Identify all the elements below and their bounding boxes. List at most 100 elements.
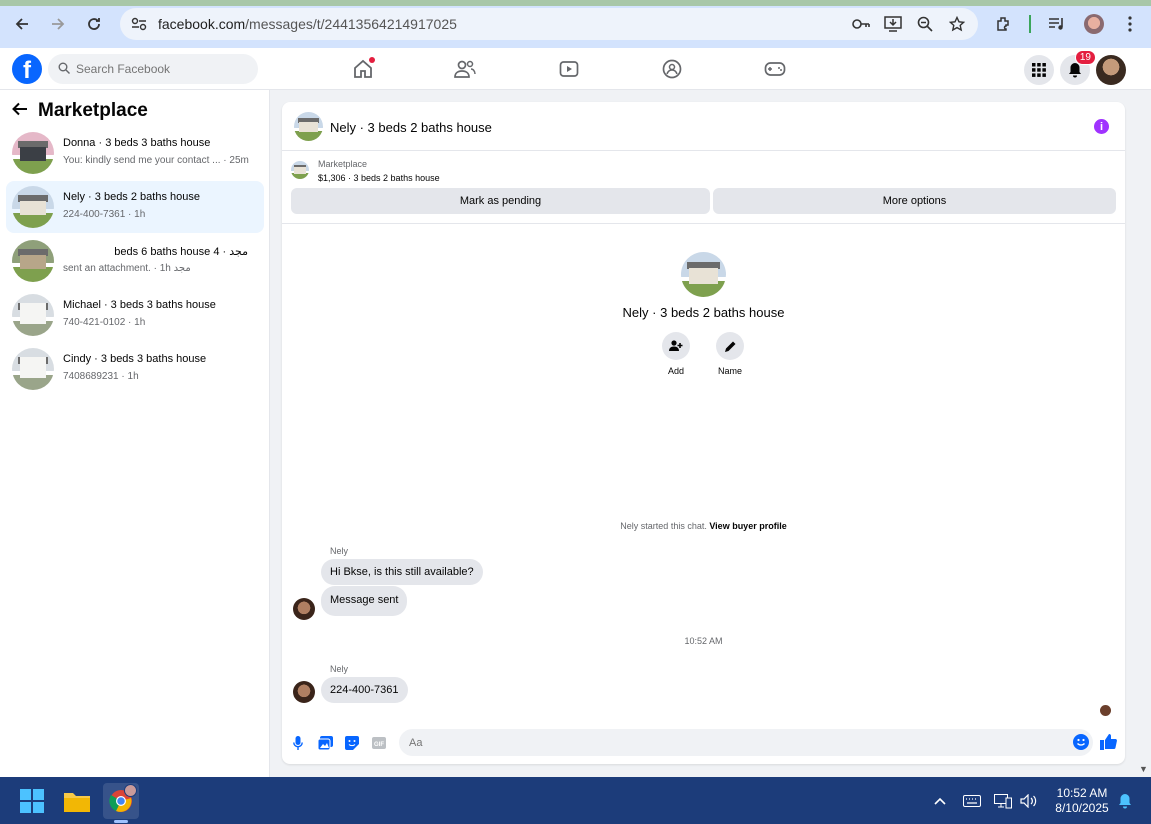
back-arrow-icon[interactable] bbox=[12, 102, 28, 121]
listing-thumbnail bbox=[12, 186, 54, 228]
reload-icon[interactable] bbox=[80, 10, 108, 38]
sender-avatar[interactable] bbox=[293, 598, 315, 620]
chat-panel: Nely · 3 beds 2 baths house i Marketplac… bbox=[282, 102, 1125, 764]
conversation-name: مجد · 4 beds 6 baths house bbox=[114, 246, 248, 258]
photo-icon[interactable] bbox=[316, 734, 334, 752]
conversation-preview: مجد sent an attachment. · 1h bbox=[63, 263, 191, 274]
facebook-search[interactable] bbox=[48, 54, 258, 84]
sender-avatar[interactable] bbox=[293, 681, 315, 703]
sticker-icon[interactable] bbox=[343, 734, 361, 752]
chrome-profile-badge bbox=[124, 784, 137, 797]
more-options-button[interactable]: More options bbox=[713, 188, 1116, 214]
chat-profile-header: Nely · 3 beds 2 baths house bbox=[282, 252, 1125, 320]
message-bubble[interactable]: Hi Bkse, is this still available? bbox=[321, 559, 483, 585]
message-bubble[interactable]: 224-400-7361 bbox=[321, 677, 408, 703]
key-icon[interactable] bbox=[850, 13, 872, 35]
conversation-name: Donna · 3 beds 3 baths house bbox=[63, 137, 211, 149]
clock-time: 10:52 AM bbox=[1056, 786, 1108, 800]
keyboard-icon[interactable] bbox=[962, 791, 982, 811]
address-bar[interactable]: facebook.com/messages/t/2441356421491702… bbox=[120, 8, 978, 40]
conversation-donna[interactable]: Donna · 3 beds 3 baths house You: kindly… bbox=[6, 127, 264, 179]
file-explorer-icon[interactable] bbox=[59, 783, 95, 819]
emoji-icon[interactable] bbox=[1073, 734, 1089, 750]
listing-thumbnail bbox=[12, 132, 54, 174]
name-label: Name bbox=[717, 366, 742, 376]
conversation-nely[interactable]: Nely · 3 beds 2 baths house 224-400-7361… bbox=[6, 181, 264, 233]
conversation-michael[interactable]: Michael · 3 beds 3 baths house 740-421-0… bbox=[6, 289, 264, 341]
forward-icon[interactable] bbox=[44, 10, 72, 38]
search-input[interactable] bbox=[76, 62, 236, 76]
chat-started-notice: Nely started this chat. View buyer profi… bbox=[620, 521, 787, 531]
message-input[interactable] bbox=[409, 736, 1049, 749]
chat-title[interactable]: Nely · 3 beds 2 baths house bbox=[330, 120, 492, 135]
add-person-icon[interactable] bbox=[662, 332, 690, 360]
bookmark-star-icon[interactable] bbox=[946, 13, 968, 35]
conversation-preview: 7408689231 · 1h bbox=[63, 371, 139, 382]
notifications-bell-icon[interactable]: 19 bbox=[1060, 50, 1096, 85]
add-people-action[interactable]: Add bbox=[662, 332, 690, 376]
add-label: Add bbox=[667, 366, 684, 376]
seen-indicator-avatar bbox=[1100, 705, 1111, 716]
listing-source-label: Marketplace bbox=[318, 159, 368, 169]
friends-icon[interactable] bbox=[452, 56, 478, 82]
message-input-box[interactable] bbox=[399, 729, 1093, 756]
message-sender: Nely bbox=[330, 546, 349, 556]
message-timestamp: 10:52 AM bbox=[684, 636, 723, 646]
profile-thumbnail bbox=[681, 252, 726, 297]
profile-icon[interactable] bbox=[1080, 10, 1108, 38]
volume-icon[interactable] bbox=[1019, 791, 1039, 811]
video-icon[interactable] bbox=[556, 56, 582, 82]
system-clock[interactable]: 10:52 AM 8/10/2025 bbox=[1048, 786, 1116, 816]
gif-icon[interactable]: GIF bbox=[370, 734, 388, 752]
zoom-icon[interactable] bbox=[914, 13, 936, 35]
browser-toolbar: facebook.com/messages/t/2441356421491702… bbox=[0, 0, 1151, 48]
message-composer: GIF bbox=[282, 726, 1125, 762]
thumbs-up-icon[interactable] bbox=[1099, 733, 1117, 751]
gaming-icon[interactable] bbox=[762, 56, 788, 82]
home-notification-dot bbox=[369, 57, 375, 63]
back-icon[interactable] bbox=[8, 10, 36, 38]
sidebar-title: Marketplace bbox=[38, 100, 148, 121]
message-sender: Nely bbox=[330, 664, 349, 674]
svg-text:GIF: GIF bbox=[374, 742, 384, 748]
media-controls-icon[interactable] bbox=[1043, 10, 1071, 38]
scroll-down-arrow-icon[interactable]: ▼ bbox=[1139, 764, 1148, 774]
chat-header: Nely · 3 beds 2 baths house i bbox=[282, 102, 1125, 151]
info-icon[interactable]: i bbox=[1094, 119, 1109, 134]
home-icon[interactable] bbox=[350, 56, 376, 82]
message-bubble[interactable]: Message sent bbox=[321, 586, 408, 616]
facebook-header: f 19 bbox=[0, 48, 1151, 90]
conversation-cindy[interactable]: Cindy · 3 beds 3 baths house 7408689231 … bbox=[6, 343, 264, 395]
listing-thumbnail bbox=[12, 348, 54, 390]
windows-start-icon[interactable] bbox=[14, 783, 50, 819]
extensions-icon[interactable] bbox=[990, 10, 1018, 38]
conversation-majd[interactable]: مجد · 4 beds 6 baths house مجد sent an a… bbox=[6, 235, 264, 287]
tab-strip bbox=[0, 0, 1151, 6]
account-avatar[interactable] bbox=[1096, 55, 1126, 85]
toolbar-divider bbox=[1029, 15, 1031, 33]
listing-price[interactable]: $1,306 · 3 beds 2 baths house bbox=[318, 173, 440, 183]
network-icon[interactable] bbox=[993, 791, 1013, 811]
active-app-indicator bbox=[114, 820, 128, 823]
microphone-icon[interactable] bbox=[289, 734, 307, 752]
mark-as-pending-button[interactable]: Mark as pending bbox=[291, 188, 710, 214]
conversation-preview: 740-421-0102 · 1h bbox=[63, 317, 146, 328]
site-info-icon[interactable] bbox=[124, 13, 154, 35]
chat-thumbnail[interactable] bbox=[294, 112, 323, 141]
url-text[interactable]: facebook.com/messages/t/2441356421491702… bbox=[158, 16, 457, 32]
edit-name-action[interactable]: Name bbox=[716, 332, 744, 376]
pencil-icon[interactable] bbox=[716, 332, 744, 360]
install-app-icon[interactable] bbox=[882, 13, 904, 35]
search-icon bbox=[58, 62, 70, 77]
chrome-taskbar-icon[interactable] bbox=[103, 783, 139, 819]
groups-icon[interactable] bbox=[659, 56, 685, 82]
view-buyer-profile-link[interactable]: View buyer profile bbox=[709, 521, 786, 531]
menu-grid-icon[interactable] bbox=[1024, 55, 1054, 85]
show-hidden-icons-icon[interactable] bbox=[932, 791, 948, 811]
notification-center-icon[interactable] bbox=[1116, 791, 1134, 811]
menu-icon[interactable] bbox=[1116, 10, 1144, 38]
conversation-preview: 224-400-7361 · 1h bbox=[63, 209, 146, 220]
listing-small-thumbnail[interactable] bbox=[291, 161, 309, 179]
facebook-logo[interactable]: f bbox=[12, 54, 42, 84]
clock-date: 8/10/2025 bbox=[1055, 801, 1109, 815]
